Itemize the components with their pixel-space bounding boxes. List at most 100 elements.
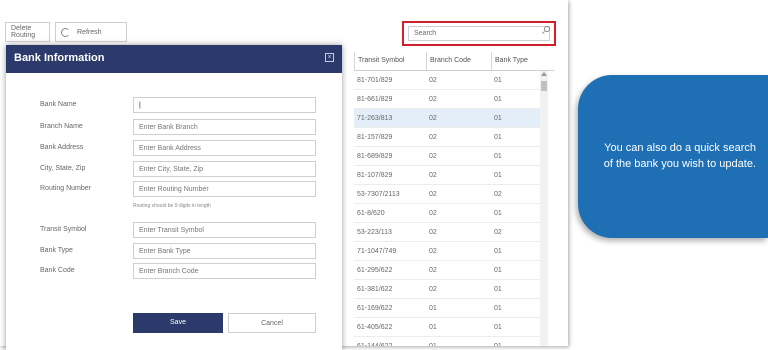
- cell-branch-code: 02: [429, 286, 437, 293]
- routing-hint: Routing should be 9 digits in length: [133, 203, 211, 209]
- table-row[interactable]: 81-107/829 02 01: [354, 166, 546, 185]
- table-row[interactable]: 61-295/622 02 01: [354, 261, 546, 280]
- search-placeholder: Search: [414, 30, 437, 37]
- cell-transit-symbol: 61-169/622: [357, 305, 393, 312]
- cell-bank-type: 01: [494, 134, 502, 141]
- field-label: Bank Name: [40, 101, 77, 108]
- cell-bank-type: 01: [494, 267, 502, 274]
- cell-bank-type: 01: [494, 210, 502, 217]
- cell-bank-type: 01: [494, 305, 502, 312]
- cell-branch-code: 02: [429, 267, 437, 274]
- cell-branch-code: 01: [429, 305, 437, 312]
- field-input[interactable]: Enter Bank Address: [133, 140, 316, 156]
- cell-branch-code: 01: [429, 324, 437, 331]
- table-row[interactable]: 81-661/829 02 01: [354, 90, 546, 109]
- cell-branch-code: 02: [429, 210, 437, 217]
- cancel-button[interactable]: Cancel: [228, 313, 316, 333]
- cell-branch-code: 02: [429, 115, 437, 122]
- cell-branch-code: 02: [429, 153, 437, 160]
- cell-transit-symbol: 81-661/829: [357, 96, 393, 103]
- cell-transit-symbol: 81-701/829: [357, 77, 393, 84]
- cell-bank-type: 01: [494, 248, 502, 255]
- column-header-transit-symbol[interactable]: Transit Symbol: [354, 52, 426, 70]
- field-label: Routing Number: [40, 185, 91, 192]
- cell-branch-code: 02: [429, 134, 437, 141]
- field-label: Bank Address: [40, 144, 84, 151]
- cell-branch-code: 02: [429, 172, 437, 179]
- cell-branch-code: 02: [429, 229, 437, 236]
- table-row[interactable]: 61-381/622 02 01: [354, 280, 546, 299]
- save-button[interactable]: Save: [133, 313, 223, 333]
- field-input[interactable]: |: [133, 97, 316, 113]
- table-row[interactable]: 61-144/622 01 01: [354, 337, 546, 346]
- cell-branch-code: 02: [429, 96, 437, 103]
- cell-transit-symbol: 81-689/829: [357, 153, 393, 160]
- tip-callout: You can also do a quick search of the ba…: [578, 75, 768, 238]
- cell-transit-symbol: 71-1047/749: [357, 248, 397, 255]
- cell-bank-type: 01: [494, 286, 502, 293]
- table-row[interactable]: 53-223/113 02 02: [354, 223, 546, 242]
- field-input[interactable]: Enter Bank Type: [133, 243, 316, 259]
- cell-branch-code: 01: [426, 337, 437, 346]
- cell-transit-symbol: 53-7307/2113: [357, 191, 400, 198]
- field-input[interactable]: Enter Routing Number: [133, 181, 316, 197]
- close-icon[interactable]: ×: [325, 53, 334, 62]
- field-label: City, State, Zip: [40, 165, 86, 172]
- refresh-button[interactable]: Refresh: [55, 22, 127, 42]
- dialog-header: Bank Information ×: [6, 45, 342, 73]
- cell-branch-code: 02: [429, 77, 437, 84]
- field-label: Transit Symbol: [40, 226, 87, 233]
- table-row[interactable]: 61-169/622 01 01: [354, 299, 546, 318]
- table-row[interactable]: 61-8/620 02 01: [354, 204, 546, 223]
- table-scrollbar[interactable]: [540, 71, 548, 346]
- cell-transit-symbol: 61-405/622: [357, 324, 393, 331]
- field-input[interactable]: Enter Transit Symbol: [133, 222, 316, 238]
- cell-transit-symbol: 61-295/622: [357, 267, 393, 274]
- cell-transit-symbol: 53-223/113: [357, 229, 392, 236]
- table-row[interactable]: 81-689/829 02 01: [354, 147, 546, 166]
- field-label: Branch Name: [40, 123, 83, 130]
- cell-bank-type: 01: [494, 77, 502, 84]
- cell-transit-symbol: 61-8/620: [357, 210, 385, 217]
- bank-information-dialog: Bank Information × Bank Name | Branch Name…: [6, 45, 342, 350]
- cell-branch-code: 02: [429, 248, 437, 255]
- table-row[interactable]: 71-263/813 02 01: [354, 109, 546, 128]
- scroll-thumb[interactable]: [541, 81, 547, 91]
- table-row[interactable]: 71-1047/749 02 01: [354, 242, 546, 261]
- cell-bank-type: 01: [494, 324, 502, 331]
- dialog-title: Bank Information: [14, 52, 105, 64]
- delete-routing-button[interactable]: Delete Routing: [5, 22, 50, 42]
- field-input[interactable]: Enter Bank Branch: [133, 119, 316, 135]
- cell-bank-type: 01: [494, 153, 502, 160]
- table-row[interactable]: 81-701/829 02 01: [354, 71, 546, 90]
- table-row[interactable]: 81-157/829 02 01: [354, 128, 546, 147]
- cell-transit-symbol: 71-263/813: [357, 115, 393, 122]
- table-header: Transit Symbol Branch Code Bank Type: [354, 52, 554, 71]
- delete-routing-label: Delete Routing: [11, 25, 36, 39]
- search-highlight: Search: [402, 21, 556, 46]
- search-input[interactable]: Search: [408, 26, 550, 41]
- refresh-label: Refresh: [77, 28, 102, 36]
- cell-transit-symbol: 61-144/622: [354, 337, 392, 346]
- scroll-up-arrow-icon[interactable]: [541, 72, 547, 76]
- cell-transit-symbol: 61-381/622: [357, 286, 393, 293]
- field-input[interactable]: Enter City, State, Zip: [133, 161, 316, 177]
- cell-bank-type: 01: [494, 172, 502, 179]
- column-header-bank-type[interactable]: Bank Type: [491, 52, 546, 70]
- table-row[interactable]: 53-7307/2113 02 02: [354, 185, 546, 204]
- table-row[interactable]: 61-405/622 01 01: [354, 318, 546, 337]
- cell-branch-code: 02: [429, 191, 437, 198]
- cell-bank-type: 01: [491, 337, 502, 346]
- cell-bank-type: 01: [494, 115, 502, 122]
- field-label: Bank Type: [40, 247, 73, 254]
- search-icon[interactable]: [544, 26, 550, 32]
- cell-transit-symbol: 81-107/829: [357, 172, 393, 179]
- callout-text: You can also do a quick search of the ba…: [603, 142, 756, 170]
- cell-bank-type: 02: [494, 191, 502, 198]
- cell-bank-type: 01: [494, 96, 502, 103]
- column-header-branch-code[interactable]: Branch Code: [426, 52, 491, 70]
- refresh-icon: [61, 27, 70, 37]
- cell-transit-symbol: 81-157/829: [357, 134, 393, 141]
- field-input[interactable]: Enter Branch Code: [133, 263, 316, 279]
- cell-bank-type: 02: [494, 229, 502, 236]
